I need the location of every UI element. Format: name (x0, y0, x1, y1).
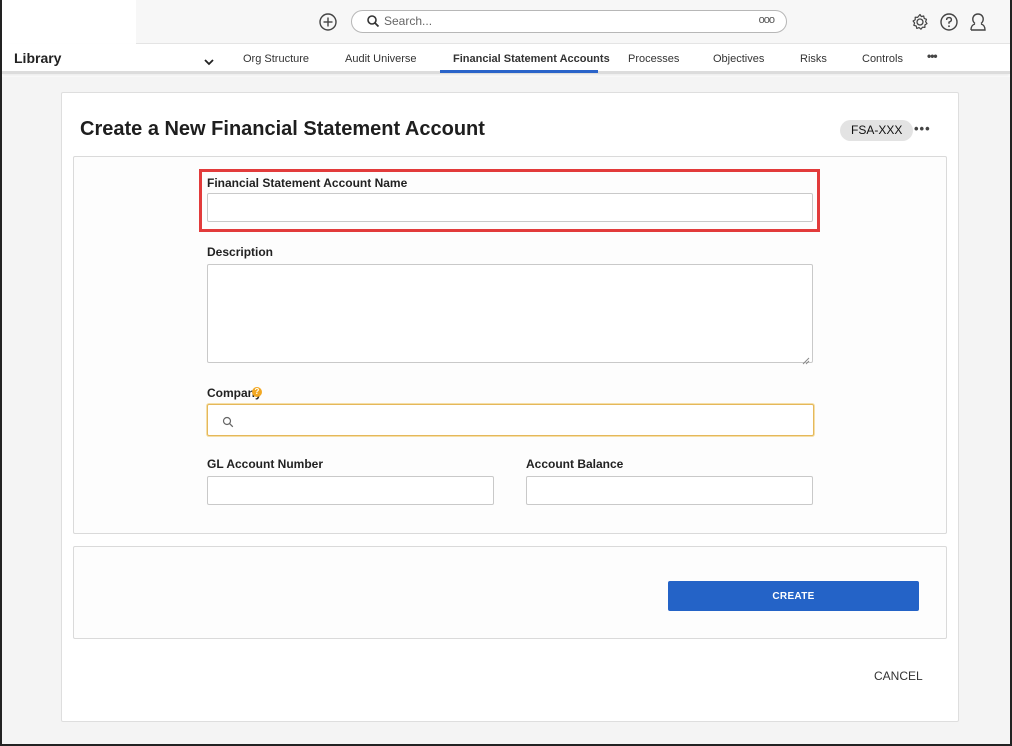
account-balance-input[interactable] (526, 476, 813, 505)
highlight-box (199, 169, 820, 232)
search-icon (222, 415, 234, 428)
active-tab-indicator (440, 70, 598, 73)
account-balance-label: Account Balance (526, 457, 624, 471)
resize-grip-icon[interactable] (802, 352, 810, 365)
more-tabs-icon[interactable]: ••• (927, 49, 938, 63)
tab-controls[interactable]: Controls (862, 53, 903, 65)
more-options-icon[interactable]: ••• (914, 121, 931, 136)
search-icon (366, 14, 380, 28)
logo-area (2, 0, 136, 44)
gl-account-input[interactable] (207, 476, 494, 505)
company-search-input[interactable] (207, 404, 814, 436)
description-textarea[interactable] (207, 264, 813, 363)
description-label: Description (207, 245, 274, 259)
tab-org-structure[interactable]: Org Structure (243, 53, 309, 65)
cancel-button[interactable]: CANCEL (874, 669, 923, 683)
section-title: Library (14, 50, 62, 66)
page-title: Create a New Financial Statement Account (80, 118, 485, 140)
search-placeholder: Search... (384, 14, 433, 28)
top-bar: Search... ooo (2, 0, 1010, 44)
app-window: Search... ooo Library Org Structure Audi… (0, 0, 1012, 746)
create-button[interactable]: CREATE (668, 581, 919, 611)
global-search[interactable]: Search... ooo (351, 10, 787, 33)
id-badge: FSA-XXX (840, 120, 914, 141)
help-icon[interactable] (939, 12, 959, 32)
chevron-down-icon[interactable] (203, 54, 215, 66)
tab-objectives[interactable]: Objectives (713, 53, 764, 65)
tab-processes[interactable]: Processes (628, 53, 679, 65)
tab-financial-statement-accounts[interactable]: Financial Statement Accounts (453, 53, 610, 65)
gl-account-label: GL Account Number (207, 457, 324, 471)
tab-risks[interactable]: Risks (800, 53, 827, 65)
help-tooltip-icon[interactable]: ? (252, 387, 262, 397)
add-icon[interactable] (318, 12, 338, 32)
tab-audit-universe[interactable]: Audit Universe (345, 53, 417, 65)
settings-icon[interactable] (910, 12, 930, 32)
search-options-icon[interactable]: ooo (759, 14, 775, 26)
nav-bar: Library Org Structure Audit Universe Fin… (2, 44, 1010, 74)
user-icon[interactable] (968, 12, 988, 32)
